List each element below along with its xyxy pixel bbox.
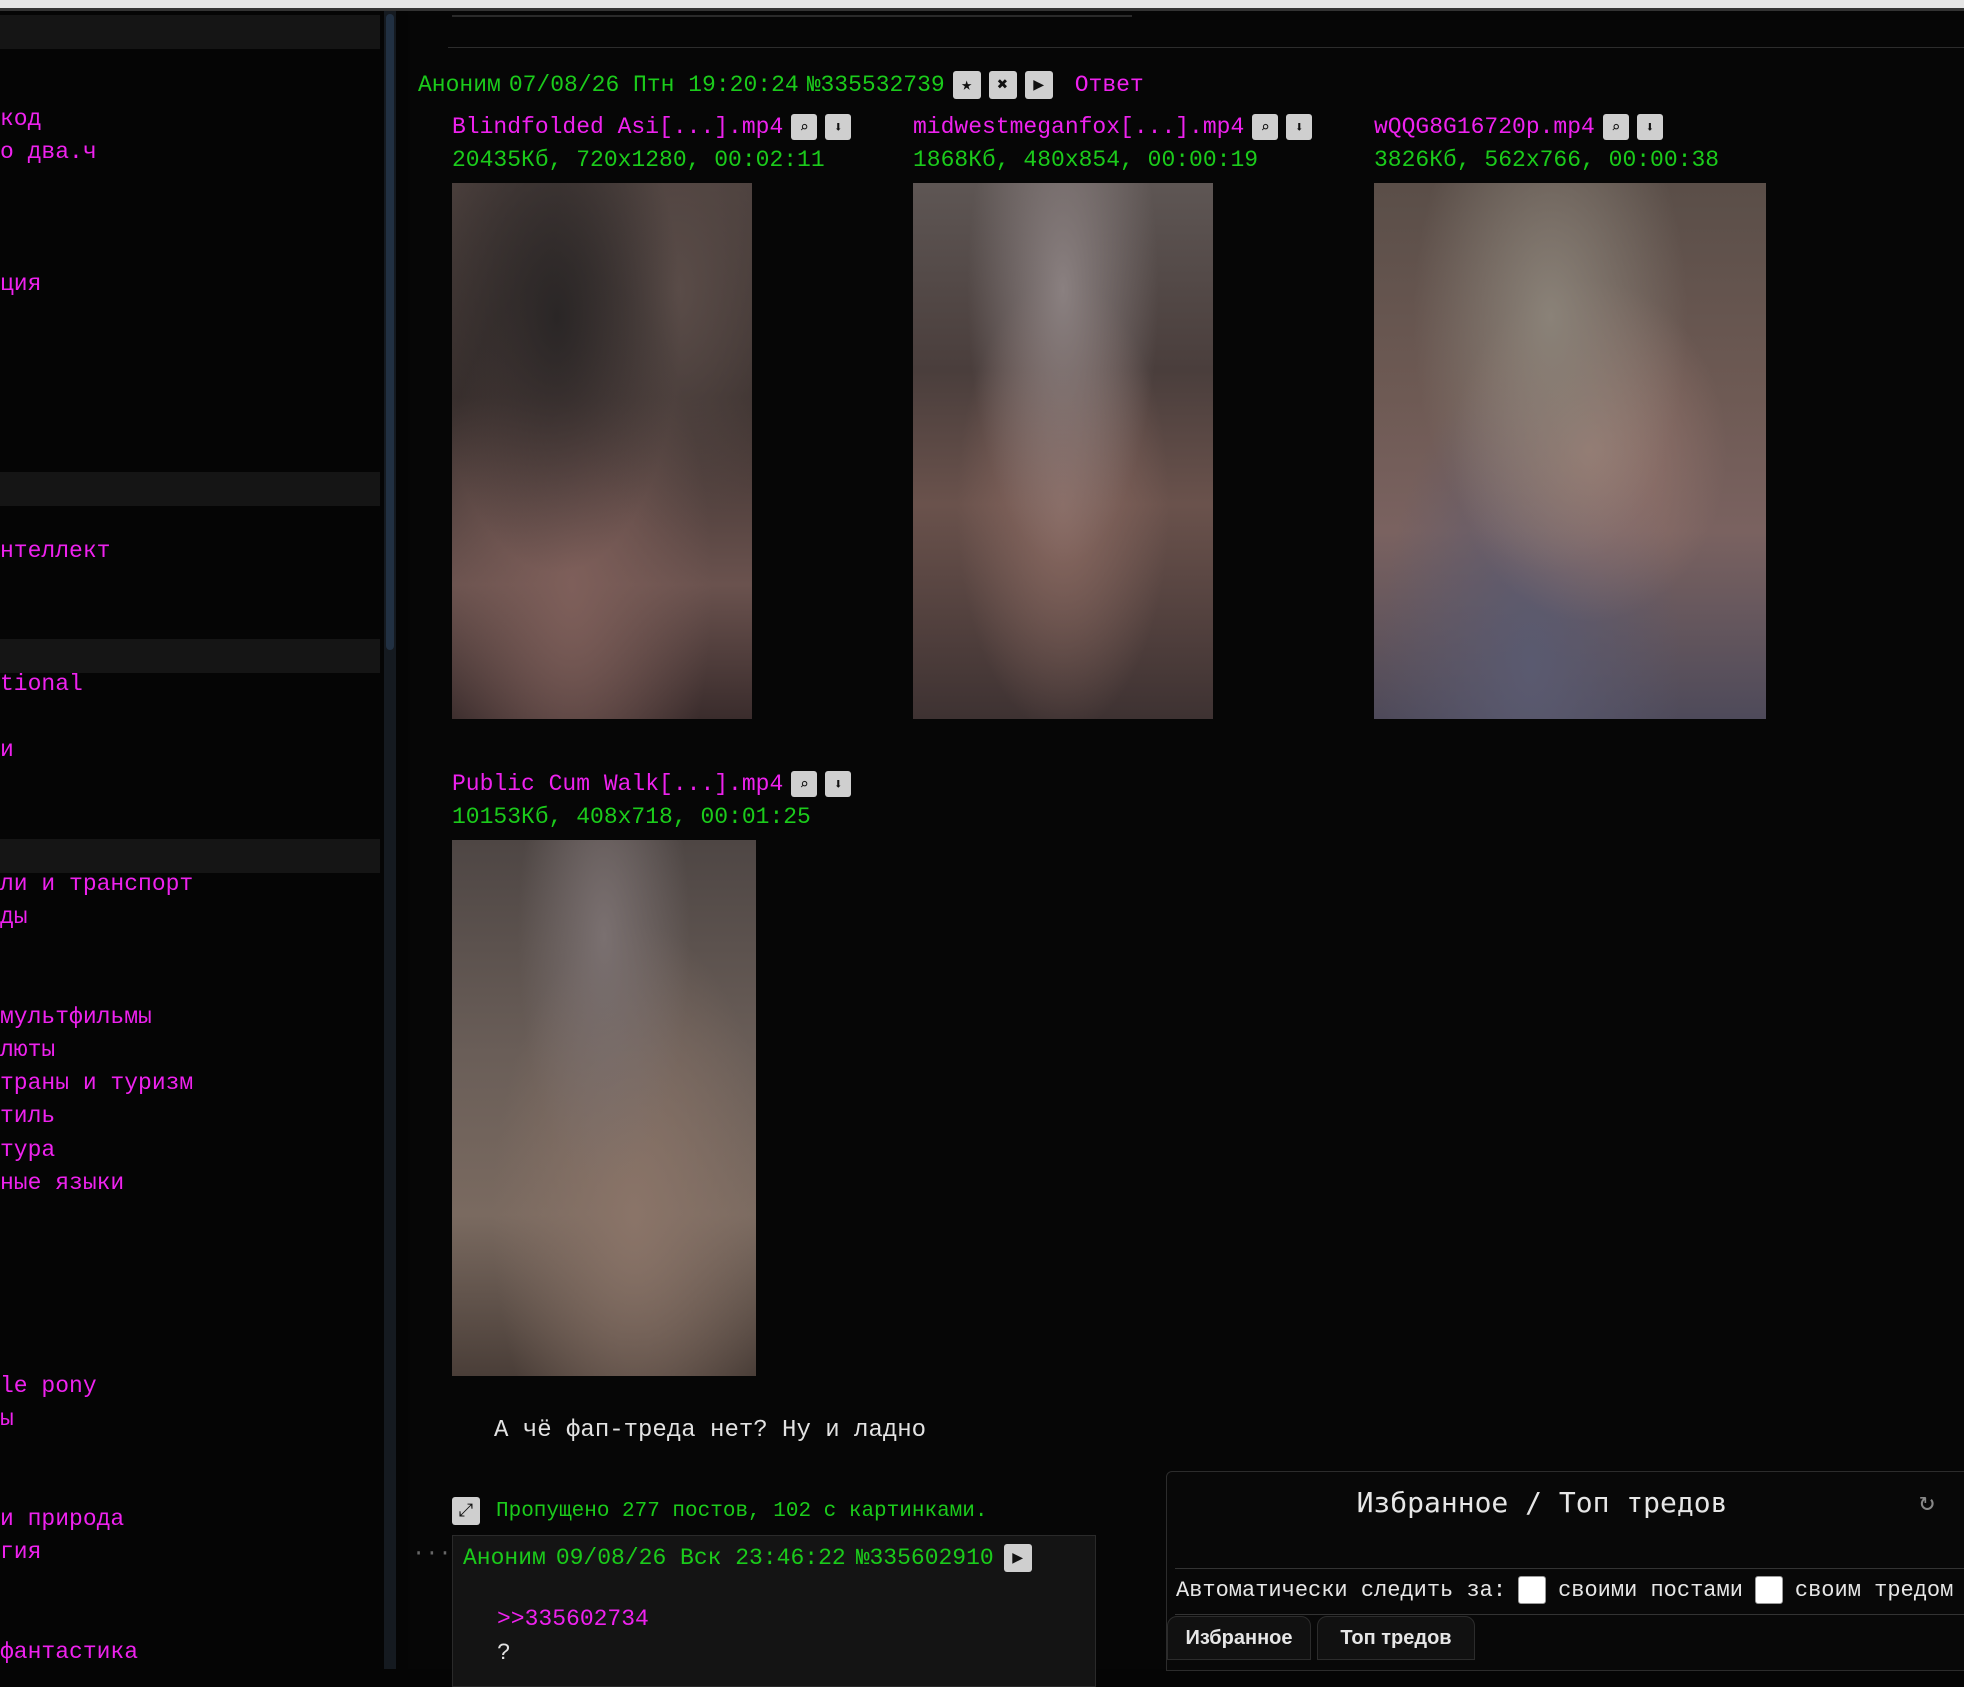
omitted-text: Пропущено 277 постов, 102 с картинками.	[496, 1499, 988, 1523]
video-thumbnail[interactable]	[452, 840, 756, 1376]
file-name-link[interactable]: Blindfolded Asi[...].mp4	[452, 114, 783, 140]
post-datetime: 07/08/26 Птн 19:20:24	[508, 72, 799, 98]
refresh-icon[interactable]: ↻	[1919, 1490, 1945, 1516]
sidebar-item[interactable]: нтеллект	[0, 534, 110, 568]
own-thread-label: своим тредом	[1794, 1577, 1954, 1603]
post-file: midwestmeganfox[...].mp4 ⌕ ⬇ 1868Кб, 480…	[913, 111, 1313, 177]
file-meta: 1868Кб, 480x854, 00:00:19	[913, 147, 1259, 173]
play-icon[interactable]: ▶	[1024, 71, 1053, 99]
sidebar-item[interactable]: и природа	[0, 1502, 124, 1536]
file-meta: 3826Кб, 562x766, 00:00:38	[1374, 147, 1720, 173]
sidebar-item[interactable]: траны и туризм	[0, 1066, 193, 1100]
post-author: Аноним	[418, 72, 501, 98]
board-sidebar: код о два.ч ция нтеллект tional и ли и трансп…	[0, 11, 380, 1669]
sidebar-item[interactable]: и	[0, 733, 14, 767]
divider	[1175, 1568, 1964, 1569]
post-message: А чё фап-треда нет? Ну и ладно	[494, 1417, 927, 1444]
divider	[1175, 1614, 1964, 1615]
close-icon[interactable]: ✖	[988, 71, 1017, 99]
favorites-panel: Избранное / Топ тредов ↻ Автоматически с…	[1166, 1471, 1964, 1671]
reply-link[interactable]: Ответ	[1075, 72, 1144, 98]
file-name-link[interactable]: midwestmeganfox[...].mp4	[913, 114, 1244, 140]
thread-main: Аноним 07/08/26 Птн 19:20:24 №335532739 …	[408, 11, 1964, 1687]
more-dots: ···	[412, 1541, 452, 1566]
expand-icon[interactable]: ⤢	[452, 1497, 480, 1525]
sidebar-item[interactable]: ды	[0, 900, 28, 934]
divider	[452, 15, 1132, 17]
sidebar-scroll-thumb[interactable]	[386, 14, 394, 650]
post-file: Public Cum Walk[...].mp4 ⌕ ⬇ 10153Кб, 40…	[452, 768, 852, 834]
post-number[interactable]: №335532739	[807, 72, 945, 98]
auto-watch-label: Автоматически следить за:	[1176, 1577, 1507, 1603]
sidebar-section-header	[0, 472, 380, 506]
file-name-link[interactable]: Public Cum Walk[...].mp4	[452, 771, 783, 797]
file-meta: 10153Кб, 408x718, 00:01:25	[452, 804, 811, 830]
file-meta: 20435Кб, 720x1280, 00:02:11	[452, 147, 825, 173]
divider	[448, 47, 1964, 48]
file-name-link[interactable]: wQQG8G16720p.mp4	[1374, 114, 1595, 140]
search-icon[interactable]: ⌕	[791, 114, 818, 140]
search-icon[interactable]: ⌕	[1252, 114, 1279, 140]
search-icon[interactable]: ⌕	[791, 771, 818, 797]
post-header: Аноним 07/08/26 Птн 19:20:24 №335532739 …	[418, 71, 1144, 99]
post-file: wQQG8G16720p.mp4 ⌕ ⬇ 3826Кб, 562x766, 00…	[1374, 111, 1719, 177]
sidebar-item[interactable]: код	[0, 102, 41, 136]
reply-post-header: Аноним 09/08/26 Вск 23:46:22 №335602910 …	[463, 1544, 1032, 1572]
play-icon[interactable]: ▶	[1003, 1544, 1032, 1572]
star-icon[interactable]: ★	[952, 71, 981, 99]
sidebar-item[interactable]: тиль	[0, 1099, 55, 1133]
download-icon[interactable]: ⬇	[825, 771, 852, 797]
download-icon[interactable]: ⬇	[1636, 114, 1663, 140]
sidebar-item[interactable]: ция	[0, 267, 41, 301]
sidebar-item[interactable]: тура	[0, 1133, 55, 1167]
browser-top-bar	[0, 0, 1964, 8]
own-posts-checkbox[interactable]	[1518, 1576, 1547, 1604]
favorites-title: Избранное / Топ тредов	[1356, 1486, 1728, 1519]
sidebar-item[interactable]: люты	[0, 1033, 55, 1067]
sidebar-item[interactable]: мультфильмы	[0, 1000, 152, 1034]
post-number[interactable]: №335602910	[856, 1545, 994, 1571]
reply-message: ?	[497, 1640, 511, 1666]
omitted-posts: ⤢ Пропущено 277 постов, 102 с картинками…	[452, 1497, 987, 1525]
download-icon[interactable]: ⬇	[1286, 114, 1313, 140]
sidebar-item[interactable]: гия	[0, 1535, 41, 1569]
own-thread-checkbox[interactable]	[1754, 1576, 1783, 1604]
quote-link[interactable]: >>335602734	[497, 1606, 649, 1632]
download-icon[interactable]: ⬇	[825, 114, 852, 140]
sidebar-item[interactable]: о два.ч	[0, 135, 97, 169]
sidebar-item[interactable]: tional	[0, 667, 83, 701]
video-thumbnail[interactable]	[913, 183, 1213, 719]
video-thumbnail[interactable]	[1374, 183, 1766, 719]
search-icon[interactable]: ⌕	[1602, 114, 1629, 140]
sidebar-section-header	[0, 15, 380, 49]
post-author: Аноним	[463, 1545, 546, 1571]
sidebar-item[interactable]: фантастика	[0, 1635, 138, 1669]
sidebar-item[interactable]: ные языки	[0, 1166, 124, 1200]
sidebar-item[interactable]: le pony	[0, 1369, 97, 1403]
video-thumbnail[interactable]	[452, 183, 752, 719]
post-datetime: 09/08/26 Вск 23:46:22	[555, 1545, 846, 1571]
tab-favorites[interactable]: Избранное	[1167, 1616, 1311, 1660]
post-file: Blindfolded Asi[...].mp4 ⌕ ⬇ 20435Кб, 72…	[452, 111, 852, 177]
auto-watch-row: Автоматически следить за: своими постами…	[1176, 1576, 1953, 1604]
reply-post: Аноним 09/08/26 Вск 23:46:22 №335602910 …	[452, 1535, 1096, 1687]
own-posts-label: своими постами	[1558, 1577, 1743, 1603]
tab-top-threads[interactable]: Топ тредов	[1317, 1616, 1475, 1660]
sidebar-item[interactable]: ли и транспорт	[0, 867, 193, 901]
sidebar-item[interactable]: ы	[0, 1402, 14, 1436]
